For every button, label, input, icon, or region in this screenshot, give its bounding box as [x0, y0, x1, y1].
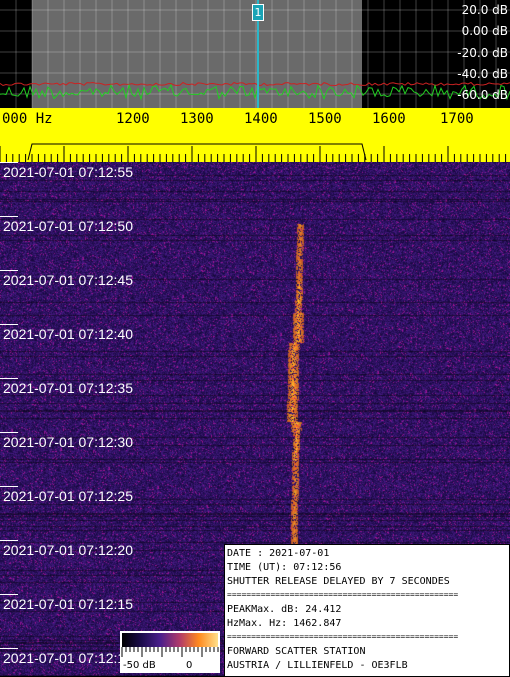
marker-handle[interactable]: 1: [252, 4, 264, 21]
shutter-line: SHUTTER RELEASE DELAYED BY 7 SECONDES: [227, 576, 450, 587]
colorbar-ticks: [121, 647, 219, 657]
time-tick: [0, 540, 18, 541]
freq-label: 1400: [244, 111, 278, 127]
freq-label: 1700: [440, 111, 474, 127]
timestamp-label: 2021-07-01 07:12:45: [3, 272, 133, 288]
freq-label: 1300: [180, 111, 214, 127]
time-line: TIME (UT): 07:12:56: [227, 562, 342, 573]
freq-label: 1600: [372, 111, 406, 127]
color-gradient: [122, 633, 218, 647]
passband-bracket: [27, 143, 367, 161]
timestamp-label: 2021-07-01 07:12:50: [3, 218, 133, 234]
color-scale-legend: -50 dB 0: [120, 631, 220, 673]
time-tick: [0, 162, 18, 163]
timestamp-label: 2021-07-01 07:12:30: [3, 434, 133, 450]
freq-unit-label: 000 Hz: [2, 111, 53, 127]
timestamp-label: 2021-07-01 07:12:15: [3, 596, 133, 612]
passband-region: [32, 0, 362, 108]
time-tick: [0, 432, 18, 433]
time-tick: [0, 648, 18, 649]
location-line: AUSTRIA / LILLIENFELD - OE3FLB: [227, 660, 408, 671]
date-line: DATE : 2021-07-01: [227, 548, 330, 559]
peak-db-line: PEAKMax. dB: 24.412: [227, 604, 342, 615]
time-tick: [0, 378, 18, 379]
separator: ========================================…: [227, 632, 459, 641]
db-label: -40.0 dB: [457, 67, 508, 81]
db-label: -60.0 dB: [457, 88, 508, 102]
timestamp-label: 2021-07-01 07:12:40: [3, 326, 133, 342]
timestamp-label: 2021-07-01 07:12:25: [3, 488, 133, 504]
spectrum-panel: 1 20.0 dB 0.00 dB -20.0 dB -40.0 dB -60.…: [0, 0, 510, 108]
time-tick: [0, 270, 18, 271]
db-label: 0.00 dB: [461, 24, 508, 38]
station-line: FORWARD SCATTER STATION: [227, 646, 366, 657]
info-box: DATE : 2021-07-01 TIME (UT): 07:12:56 SH…: [224, 544, 510, 677]
time-tick: [0, 594, 18, 595]
peak-hz-line: HzMax. Hz: 1462.847: [227, 618, 342, 629]
db-label: 20.0 dB: [461, 3, 508, 17]
time-tick: [0, 216, 18, 217]
freq-label: 1200: [116, 111, 150, 127]
colorbar-min-label: -50 dB: [123, 660, 156, 671]
timestamp-label: 2021-07-01 07:12:55: [3, 164, 133, 180]
time-tick: [0, 486, 18, 487]
timestamp-label: 2021-07-01 07:12:1: [3, 650, 126, 666]
timestamp-label: 2021-07-01 07:12:20: [3, 542, 133, 558]
db-label: -20.0 dB: [457, 46, 508, 60]
separator: ========================================…: [227, 590, 459, 599]
freq-label: 1500: [308, 111, 342, 127]
frequency-scale[interactable]: 000 Hz 1200 1300 1400 1500 1600 1700: [0, 108, 510, 162]
timestamp-label: 2021-07-01 07:12:35: [3, 380, 133, 396]
time-tick: [0, 324, 18, 325]
colorbar-max-label: 0: [186, 660, 193, 671]
